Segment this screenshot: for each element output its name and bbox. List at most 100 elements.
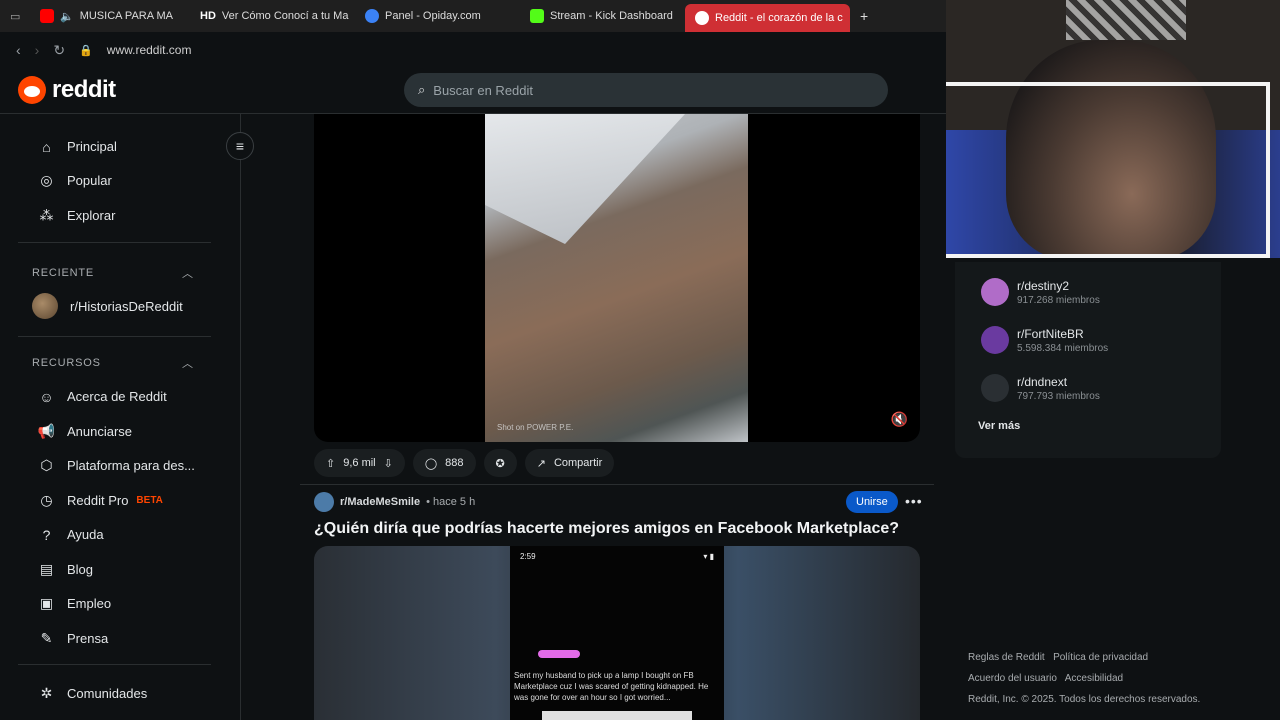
downvote-icon[interactable]: ⇩ xyxy=(384,457,393,470)
community-members: 797.793 miembros xyxy=(1017,390,1100,402)
subreddit-avatar xyxy=(32,293,58,319)
phone-time: 2:59 xyxy=(520,552,536,561)
post-image[interactable]: 2:59 ▾ ▮ Sent my husband to pick up a la… xyxy=(314,546,920,720)
destiny2-icon xyxy=(981,278,1009,306)
sidebar-item-label: Principal xyxy=(67,139,117,154)
video-frame: Shot on POWER P.E. xyxy=(485,114,748,442)
sidebar-item-label: Ayuda xyxy=(67,527,104,542)
sidebar-item-label: Prensa xyxy=(67,631,109,646)
post-title[interactable]: ¿Quién diría que podrías hacerte mejores… xyxy=(314,520,899,538)
footer-rules-link[interactable]: Reglas de Reddit xyxy=(968,652,1045,663)
tab-overview-button[interactable]: ▭ xyxy=(0,0,30,32)
community-item[interactable]: r/dndnext 797.793 miembros xyxy=(981,374,1100,402)
subreddit-link[interactable]: r/MadeMeSmile xyxy=(340,496,420,508)
redacted-name xyxy=(538,650,580,658)
tab-music[interactable]: 🔈 MUSICA PARA MA xyxy=(30,0,190,32)
reddit-alien-icon: ☺ xyxy=(39,388,54,405)
footer-privacy-link[interactable]: Política de privacidad xyxy=(1053,652,1148,663)
sidebar-item-label: Popular xyxy=(67,173,112,188)
collapse-sidebar-button[interactable]: ≡ xyxy=(226,132,254,160)
developer-icon: ⬡ xyxy=(40,457,53,473)
community-name: r/dndnext xyxy=(1017,374,1068,389)
sidebar-item-label: Blog xyxy=(67,562,94,577)
tab-opiday[interactable]: Panel - Opiday.com xyxy=(355,0,520,32)
award-button[interactable]: ✪ xyxy=(483,449,517,477)
sidebar-item-historiasdereddit[interactable]: r/HistoriasDeReddit xyxy=(32,293,183,319)
sidebar-item-label: Empleo xyxy=(67,596,112,611)
youtube-icon xyxy=(40,9,54,23)
community-item[interactable]: r/destiny2 917.268 miembros xyxy=(981,278,1100,306)
reddit-logo[interactable]: reddit xyxy=(18,76,116,104)
tab-label: Reddit - el corazón de la c xyxy=(715,12,843,24)
url-field[interactable]: www.reddit.com xyxy=(107,43,192,57)
reload-icon[interactable]: ↻ xyxy=(53,42,65,59)
sidebar-item-empleo[interactable]: ▣ Empleo xyxy=(38,595,111,612)
more-options-icon[interactable]: ••• xyxy=(905,493,923,509)
sidebar-item-ayuda[interactable]: ? Ayuda xyxy=(38,526,104,543)
comment-count: 888 xyxy=(445,457,464,469)
sidebar-item-label: Plataforma para des... xyxy=(67,458,195,473)
divider xyxy=(18,336,211,337)
home-icon: ⌂ xyxy=(42,138,51,155)
award-icon: ✪ xyxy=(495,457,505,470)
resources-heading[interactable]: RECURSOS xyxy=(32,357,101,369)
briefcase-icon: ▣ xyxy=(39,595,54,611)
see-more-link[interactable]: Ver más xyxy=(978,420,1020,432)
reddit-favicon-icon xyxy=(695,11,709,25)
dndnext-icon xyxy=(981,374,1009,402)
phone-image-strip xyxy=(542,711,692,720)
webcam-background xyxy=(1066,0,1186,40)
tab-reddit[interactable]: Reddit - el corazón de la c xyxy=(685,4,850,32)
share-button[interactable]: ↗ Compartir xyxy=(524,449,615,477)
sidebar-item-comunidades[interactable]: ✲ Comunidades xyxy=(38,685,148,702)
lock-icon: 🔒 xyxy=(79,44,93,57)
chevron-up-icon[interactable]: ︿ xyxy=(182,265,193,281)
tab-label: Stream - Kick Dashboard xyxy=(550,10,673,22)
sidebar-item-label: Explorar xyxy=(67,208,116,223)
sidebar-item-prensa[interactable]: ✎ Prensa xyxy=(38,630,109,647)
back-icon[interactable]: ‹ xyxy=(16,42,21,58)
popular-icon: ◎ xyxy=(40,172,53,188)
upvote-icon[interactable]: ⇧ xyxy=(326,457,335,470)
sidebar-item-popular[interactable]: ◎ Popular xyxy=(38,172,112,189)
beta-badge: BETA xyxy=(136,495,163,506)
communities-icon: ✲ xyxy=(40,685,53,701)
search-placeholder: Buscar en Reddit xyxy=(433,82,534,98)
join-button[interactable]: Unirse xyxy=(846,491,898,513)
mute-icon[interactable]: 🔇 xyxy=(891,411,908,428)
comments-button[interactable]: ◯ 888 xyxy=(412,449,476,477)
tab-himym[interactable]: HD Ver Cómo Conocí a tu Ma xyxy=(190,0,355,32)
post-time-text: hace 5 h xyxy=(433,496,476,508)
forward-icon[interactable]: › xyxy=(35,42,40,58)
sidebar-item-acerca[interactable]: ☺ Acerca de Reddit xyxy=(38,388,167,405)
community-item[interactable]: r/FortNiteBR 5.598.384 miembros xyxy=(981,326,1108,354)
sidebar-item-plataforma[interactable]: ⬡ Plataforma para des... xyxy=(38,457,195,474)
post-video-player[interactable]: Shot on POWER P.E. 🔇 xyxy=(314,114,920,442)
post-actions: ⇧ 9,6 mil ⇩ ◯ 888 ✪ ↗ Compartir xyxy=(314,449,615,477)
help-icon: ? xyxy=(42,526,51,543)
reddit-header: reddit ⌕ Buscar en Reddit xyxy=(0,68,946,114)
recent-heading[interactable]: RECIENTE xyxy=(32,267,94,279)
browser-tab-bar: ▭ 🔈 MUSICA PARA MA HD Ver Cómo Conocí a … xyxy=(0,0,946,32)
sidebar-item-anunciarse[interactable]: 📢 Anunciarse xyxy=(38,423,132,440)
kick-icon xyxy=(530,9,544,23)
footer-accessibility-link[interactable]: Accesibilidad xyxy=(1065,673,1123,684)
comment-icon: ◯ xyxy=(424,457,438,470)
chevron-up-icon[interactable]: ︿ xyxy=(182,355,193,371)
community-members: 917.268 miembros xyxy=(1017,294,1100,306)
speaker-icon: 🔈 xyxy=(60,10,74,23)
tab-kick[interactable]: Stream - Kick Dashboard xyxy=(520,0,685,32)
fortnitebr-icon xyxy=(981,326,1009,354)
sidebar-item-label: Acerca de Reddit xyxy=(67,389,167,404)
sidebar-item-principal[interactable]: ⌂ Principal xyxy=(38,138,117,155)
explore-icon: ⁂ xyxy=(39,207,54,223)
footer-user-agreement-link[interactable]: Acuerdo del usuario xyxy=(968,673,1057,684)
search-input[interactable]: ⌕ Buscar en Reddit xyxy=(404,73,888,107)
opiday-icon xyxy=(365,9,379,23)
sidebar-item-blog[interactable]: ▤ Blog xyxy=(38,561,93,578)
sidebar-item-reddit-pro[interactable]: ◷ Reddit Pro BETA xyxy=(38,492,163,509)
footer-row-1: Reglas de Reddit Política de privacidad xyxy=(968,652,1148,663)
subreddit-avatar[interactable] xyxy=(314,492,334,512)
new-tab-button[interactable]: + xyxy=(850,0,880,32)
sidebar-item-explorar[interactable]: ⁂ Explorar xyxy=(38,207,116,224)
